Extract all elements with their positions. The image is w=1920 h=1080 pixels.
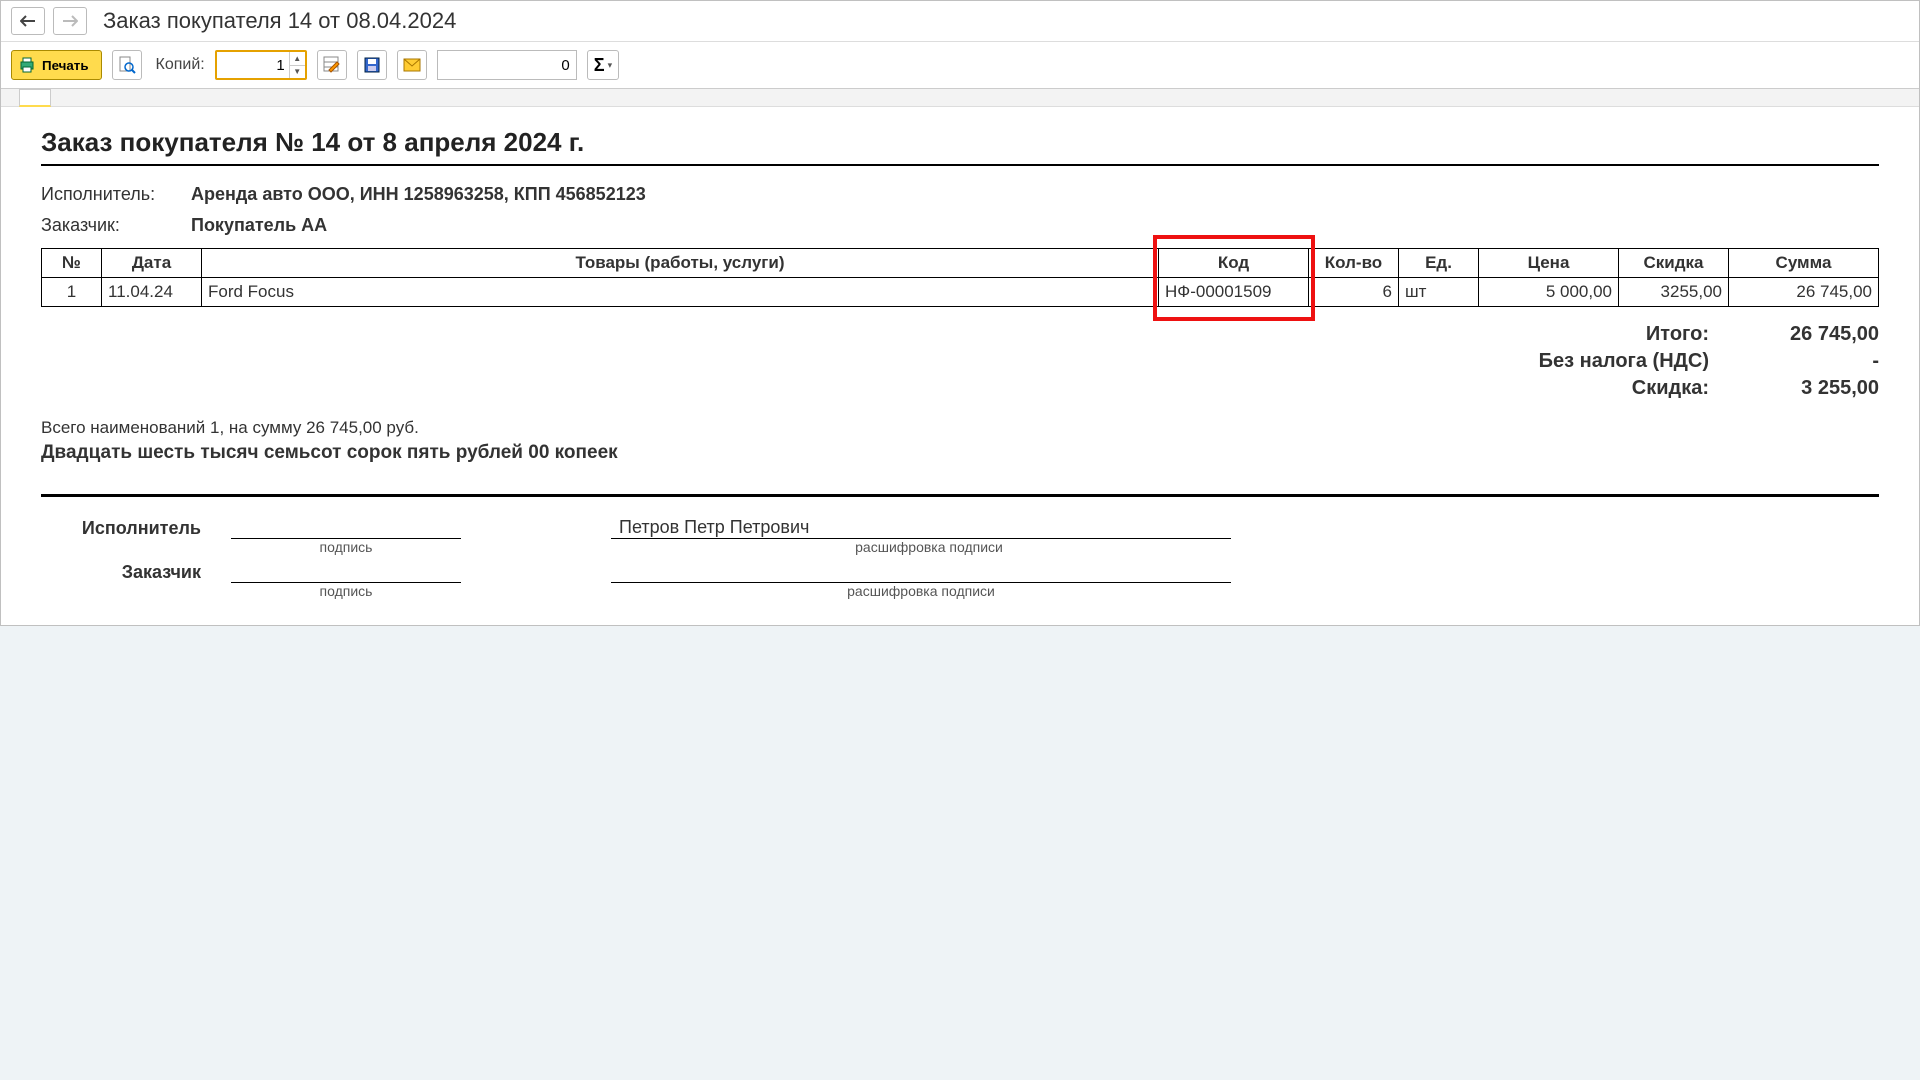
preview-button[interactable] <box>112 50 142 80</box>
sig-caption: подпись <box>231 583 461 599</box>
cell-discount: 3255,00 <box>1619 278 1729 307</box>
col-date: Дата <box>102 249 202 278</box>
copies-label: Копий: <box>156 56 205 74</box>
executor-label: Исполнитель: <box>41 184 191 205</box>
diskette-icon <box>363 56 381 74</box>
sheet-tab[interactable] <box>19 89 51 107</box>
email-button[interactable] <box>397 50 427 80</box>
total-value: 26 745,00 <box>1739 323 1879 346</box>
arrow-right-icon <box>62 15 78 27</box>
vat-label: Без налога (НДС) <box>1409 350 1709 373</box>
col-sum: Сумма <box>1729 249 1879 278</box>
envelope-icon <box>403 58 421 72</box>
signature-divider <box>41 494 1879 497</box>
summary-words: Двадцать шесть тысяч семьсот сорок пять … <box>41 442 1879 464</box>
edit-grid-icon <box>323 56 341 74</box>
window-title: Заказ покупателя 14 от 08.04.2024 <box>103 8 456 34</box>
col-goods: Товары (работы, услуги) <box>202 249 1159 278</box>
signature-customer-row: Заказчик подпись расшифровка подписи <box>41 561 1879 583</box>
titlebar: Заказ покупателя 14 от 08.04.2024 <box>1 1 1919 42</box>
print-label: Печать <box>42 58 89 73</box>
customer-value: Покупатель АА <box>191 215 327 236</box>
cell-date: 11.04.24 <box>102 278 202 307</box>
col-discount: Скидка <box>1619 249 1729 278</box>
copies-input[interactable] <box>217 52 289 78</box>
summary-count: Всего наименований 1, на сумму 26 745,00… <box>41 418 1879 438</box>
total-label: Итого: <box>1409 323 1709 346</box>
decipher-caption: расшифровка подписи <box>611 583 1231 599</box>
col-num: № <box>42 249 102 278</box>
sigma-button[interactable]: Σ ▾ <box>587 50 619 80</box>
copies-up[interactable]: ▲ <box>290 52 305 66</box>
table-header-row: № Дата Товары (работы, услуги) Код Кол-в… <box>42 249 1879 278</box>
sig-caption: подпись <box>231 539 461 555</box>
nav-forward-button[interactable] <box>53 7 87 35</box>
sig-executor-label: Исполнитель <box>41 518 201 539</box>
printer-icon <box>18 56 36 74</box>
col-unit: Ед. <box>1399 249 1479 278</box>
col-price: Цена <box>1479 249 1619 278</box>
cell-goods: Ford Focus <box>202 278 1159 307</box>
cell-num: 1 <box>42 278 102 307</box>
nav-back-button[interactable] <box>11 7 45 35</box>
sig-customer-label: Заказчик <box>41 562 201 583</box>
save-button[interactable] <box>357 50 387 80</box>
discount-label: Скидка: <box>1409 377 1709 400</box>
print-button[interactable]: Печать <box>11 50 102 80</box>
totals-block: Итого: 26 745,00 Без налога (НДС) - Скид… <box>41 321 1879 402</box>
decipher-caption: расшифровка подписи <box>619 539 1239 555</box>
sigma-label: Σ <box>594 55 605 76</box>
cell-unit: шт <box>1399 278 1479 307</box>
copies-down[interactable]: ▼ <box>290 66 305 79</box>
cell-qty: 6 <box>1309 278 1399 307</box>
customer-row: Заказчик: Покупатель АА <box>41 215 1879 236</box>
customer-label: Заказчик: <box>41 215 191 236</box>
sig-executor-name: Петров Петр Петрович <box>619 517 809 537</box>
cell-sum: 26 745,00 <box>1729 278 1879 307</box>
arrow-left-icon <box>20 15 36 27</box>
cell-code: НФ-00001509 <box>1159 278 1309 307</box>
discount-value: 3 255,00 <box>1739 377 1879 400</box>
vat-value: - <box>1739 350 1879 373</box>
table-row: 1 11.04.24 Ford Focus НФ-00001509 6 шт 5… <box>42 278 1879 307</box>
document-title: Заказ покупателя № 14 от 8 апреля 2024 г… <box>41 127 1879 166</box>
document-area: Заказ покупателя № 14 от 8 апреля 2024 г… <box>1 107 1919 625</box>
total-field[interactable] <box>437 50 577 80</box>
ruler-area <box>1 89 1919 107</box>
copies-stepper[interactable]: ▲ ▼ <box>215 50 307 80</box>
dropdown-icon: ▾ <box>608 60 613 71</box>
executor-value: Аренда авто ООО, ИНН 1258963258, КПП 456… <box>191 184 646 205</box>
toolbar: Печать Копий: ▲ ▼ <box>1 42 1919 89</box>
edit-button[interactable] <box>317 50 347 80</box>
col-code: Код <box>1159 249 1309 278</box>
executor-row: Исполнитель: Аренда авто ООО, ИНН 125896… <box>41 184 1879 205</box>
cell-price: 5 000,00 <box>1479 278 1619 307</box>
magnifier-page-icon <box>118 56 136 74</box>
window: Заказ покупателя 14 от 08.04.2024 Печать… <box>0 0 1920 626</box>
signature-executor-row: Исполнитель подпись Петров Петр Петрович… <box>41 517 1879 539</box>
col-qty: Кол-во <box>1309 249 1399 278</box>
items-table: № Дата Товары (работы, услуги) Код Кол-в… <box>41 248 1879 307</box>
